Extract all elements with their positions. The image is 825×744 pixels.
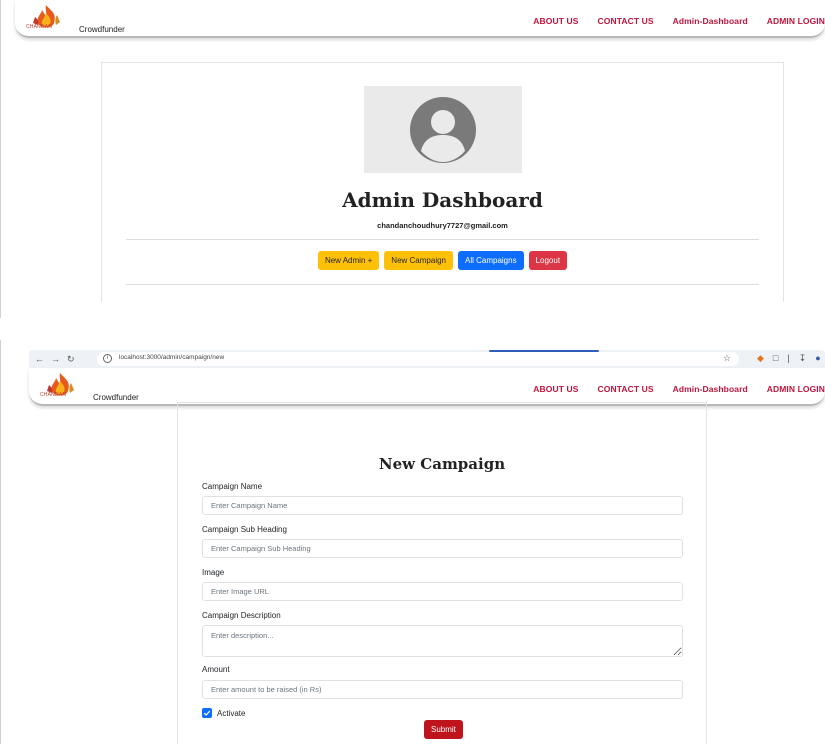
nav-link-admin-dashboard[interactable]: Admin-Dashboard <box>673 16 748 26</box>
nav-link-admin-dashboard[interactable]: Admin-Dashboard <box>673 384 748 394</box>
activate-toggle[interactable]: Activate <box>202 708 245 718</box>
logo-text: CHANDAN <box>40 392 67 398</box>
back-arrow-icon[interactable]: ← <box>35 354 44 364</box>
new-admin-button[interactable]: New Admin + <box>317 251 380 270</box>
nav-links: ABOUT US CONTACT US Admin-Dashboard ADMI… <box>514 16 825 26</box>
download-icon[interactable]: ↧ <box>799 353 807 364</box>
dashboard-actions: New Admin + New Campaign All Campaigns L… <box>102 251 783 270</box>
campaign-description-textarea[interactable] <box>202 625 683 657</box>
brand-name[interactable]: Crowdfunder <box>79 25 125 34</box>
nav-link-admin-login[interactable]: ADMIN LOGIN <box>767 16 825 26</box>
top-navbar: CHANDAN Crowdfunder ABOUT US CONTACT US … <box>15 0 825 38</box>
activate-checkbox[interactable] <box>202 708 212 718</box>
site-info-icon[interactable]: i <box>103 354 112 363</box>
profile-icon[interactable]: ● <box>815 353 820 364</box>
nav-link-admin-login[interactable]: ADMIN LOGIN <box>767 384 825 394</box>
all-campaigns-button[interactable]: All Campaigns <box>458 251 524 270</box>
divider <box>126 239 759 240</box>
new-campaign-button[interactable]: New Campaign <box>384 251 453 270</box>
page-title: Admin Dashboard <box>342 188 543 212</box>
admin-dashboard-screenshot: CHANDAN Crowdfunder ABOUT US CONTACT US … <box>0 0 825 318</box>
extension-icons: ◆ □ | ↧ ● ⋮ <box>757 353 825 364</box>
new-campaign-form: New Campaign Campaign Name Campaign Sub … <box>177 402 707 744</box>
puzzle-extensions-icon[interactable]: □ <box>773 353 778 364</box>
logo-text: CHANDAN <box>26 24 53 30</box>
amount-label: Amount <box>202 665 230 674</box>
new-campaign-screenshot: ← → ↻ i localhost:3000/admin/campaign/ne… <box>0 340 825 744</box>
image-label: Image <box>202 568 225 577</box>
bottom-navbar: CHANDAN Crowdfunder ABOUT US CONTACT US … <box>29 368 825 406</box>
campaign-name-input[interactable] <box>202 496 683 515</box>
separator-icon: | <box>787 353 790 363</box>
campaign-sub-heading-input[interactable] <box>202 539 683 558</box>
dashboard-card: Admin Dashboard chandanchoudhury7727@gma… <box>101 62 784 302</box>
nav-link-contact-us[interactable]: CONTACT US <box>598 16 654 26</box>
form-title: New Campaign <box>378 455 506 473</box>
campaign-name-label: Campaign Name <box>202 482 263 491</box>
nav-links: ABOUT US CONTACT US Admin-Dashboard ADMI… <box>514 384 825 394</box>
admin-email: chandanchoudhury7727@gmail.com <box>377 221 508 230</box>
user-avatar-icon <box>410 96 476 163</box>
amount-input[interactable] <box>202 680 683 699</box>
bookmark-star-icon[interactable]: ☆ <box>723 353 731 364</box>
nav-link-about-us[interactable]: ABOUT US <box>533 384 578 394</box>
divider <box>126 284 759 285</box>
brand-name[interactable]: Crowdfunder <box>93 393 139 402</box>
url-text[interactable]: localhost:3000/admin/campaign/new <box>119 354 224 361</box>
forward-arrow-icon[interactable]: → <box>51 354 60 364</box>
checkmark-icon <box>203 710 211 716</box>
reload-icon[interactable]: ↻ <box>67 354 75 364</box>
nav-link-contact-us[interactable]: CONTACT US <box>598 384 654 394</box>
image-url-input[interactable] <box>202 582 683 601</box>
submit-button[interactable]: Submit <box>424 720 463 739</box>
logout-button[interactable]: Logout <box>528 251 568 270</box>
campaign-description-label: Campaign Description <box>202 611 281 620</box>
address-bar[interactable]: i localhost:3000/admin/campaign/new ☆ <box>97 352 739 366</box>
nav-link-about-us[interactable]: ABOUT US <box>533 16 578 26</box>
activate-label: Activate <box>217 708 246 718</box>
browser-toolbar: ← → ↻ i localhost:3000/admin/campaign/ne… <box>29 350 825 368</box>
avatar <box>364 86 522 173</box>
campaign-sub-heading-label: Campaign Sub Heading <box>202 525 287 534</box>
metamask-icon[interactable]: ◆ <box>757 353 764 364</box>
